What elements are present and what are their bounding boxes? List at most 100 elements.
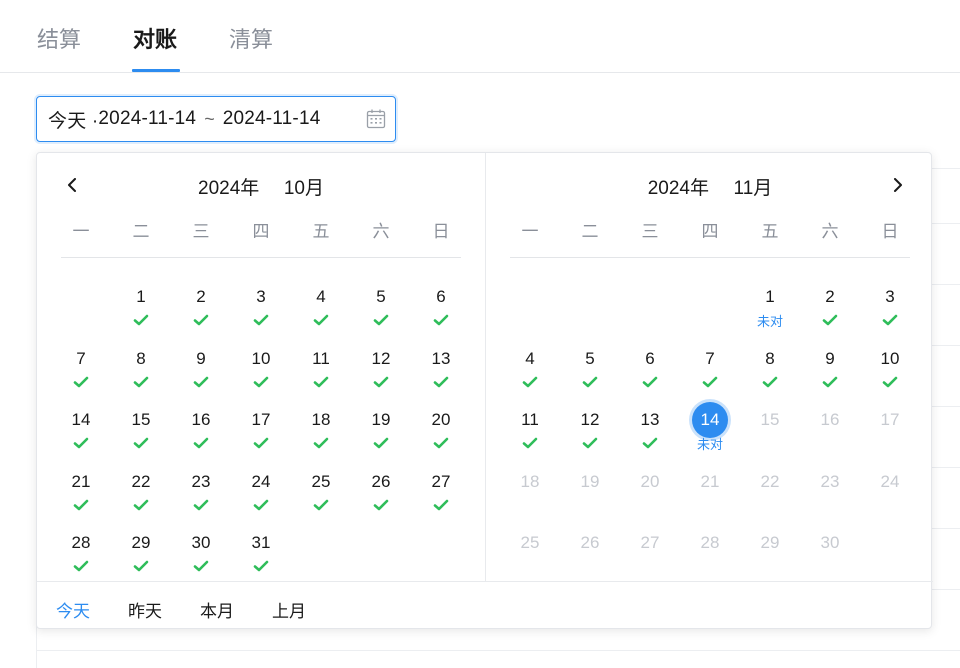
calendar-day[interactable]: 11: [291, 349, 351, 405]
day-number: 21: [700, 471, 720, 491]
next-month-button[interactable]: [885, 173, 909, 197]
calendar-day[interactable]: 15: [111, 410, 171, 466]
calendar-day[interactable]: 20: [411, 410, 471, 466]
day-number: 14: [692, 402, 728, 438]
weekday-row-left: 一二三四五六日: [51, 217, 471, 241]
shortcut-last-month[interactable]: 上月: [272, 597, 306, 622]
calendar-day[interactable]: 1 未对: [740, 287, 800, 343]
date-separator: ~: [204, 108, 215, 129]
calendar-day[interactable]: 21: [51, 472, 111, 528]
calendar-day[interactable]: 5: [351, 287, 411, 343]
reconciled-status: [51, 376, 111, 390]
check-icon: [133, 376, 149, 387]
calendar-day[interactable]: 8: [740, 349, 800, 405]
calendar-header-right: 2024年 11月: [486, 173, 934, 199]
day-number: 13: [640, 410, 660, 429]
active-tab-indicator: [132, 69, 180, 72]
reconciled-status: [51, 560, 111, 574]
calendar-year-left[interactable]: 2024年: [198, 178, 259, 199]
calendar-day[interactable]: 24: [231, 472, 291, 528]
check-icon: [822, 376, 838, 387]
calendar-day[interactable]: 26: [351, 472, 411, 528]
calendar-day[interactable]: 12: [351, 349, 411, 405]
calendar-day[interactable]: 10: [231, 349, 291, 405]
check-icon: [253, 314, 269, 326]
calendar-day: 19: [560, 472, 620, 528]
calendar-day[interactable]: 9: [800, 349, 860, 405]
calendar-day[interactable]: 25: [291, 472, 351, 528]
shortcut-bar: 今天 昨天 本月 上月: [37, 581, 933, 630]
tab-clearing[interactable]: 清算: [229, 22, 273, 54]
calendar-day[interactable]: 11: [500, 410, 560, 466]
calendar-day[interactable]: 9: [171, 349, 231, 405]
calendar-day[interactable]: 10: [860, 349, 920, 405]
check-icon: [522, 376, 538, 387]
tab-reconciliation[interactable]: 对账: [133, 22, 177, 54]
reconciled-status: [231, 560, 291, 574]
day-number: 31: [251, 533, 271, 552]
check-icon: [882, 314, 898, 326]
calendar-day[interactable]: 12: [560, 410, 620, 466]
day-number: 27: [640, 533, 660, 552]
calendar-day[interactable]: 8: [111, 349, 171, 405]
reconciled-status: [680, 376, 740, 390]
calendar-day[interactable]: 13: [620, 410, 680, 466]
check-icon: [133, 560, 149, 572]
reconciled-status: [291, 376, 351, 390]
calendar-day[interactable]: 4: [291, 287, 351, 343]
calendar-day[interactable]: 3: [231, 287, 291, 343]
day-number: 16: [820, 410, 840, 429]
calendar-day[interactable]: 14: [51, 410, 111, 466]
calendar-day[interactable]: 16: [171, 410, 231, 466]
check-icon: [882, 376, 898, 387]
tab-settlement[interactable]: 结算: [37, 22, 81, 54]
day-number: 4: [525, 348, 535, 368]
calendar-day[interactable]: 18: [291, 410, 351, 466]
day-number: 17: [880, 410, 900, 429]
calendar-month-left[interactable]: 10月: [284, 178, 324, 199]
day-number: 22: [760, 471, 780, 491]
weekday-label: 三: [192, 222, 210, 241]
calendar-day[interactable]: 1: [111, 287, 171, 343]
date-end: 2024-11-14: [222, 108, 321, 129]
calendar-day[interactable]: 4: [500, 349, 560, 405]
calendar-icon[interactable]: [365, 108, 387, 130]
reconciled-status: [620, 376, 680, 390]
calendar-day[interactable]: 23: [171, 472, 231, 528]
calendar-day[interactable]: 27: [411, 472, 471, 528]
calendar-day[interactable]: 19: [351, 410, 411, 466]
day-number: 29: [131, 533, 151, 552]
calendar-day[interactable]: 13: [411, 349, 471, 405]
calendar-day[interactable]: 7: [51, 349, 111, 405]
day-number: 10: [251, 348, 271, 368]
check-icon: [133, 437, 149, 449]
day-number: 3: [885, 287, 895, 306]
check-icon: [373, 376, 389, 387]
calendar-day[interactable]: 2: [171, 287, 231, 343]
calendar-day[interactable]: 5: [560, 349, 620, 405]
shortcut-yesterday[interactable]: 昨天: [128, 597, 162, 622]
calendar-year-right[interactable]: 2024年: [648, 178, 709, 199]
calendar-day[interactable]: 2: [800, 287, 860, 343]
weekday-label: 一: [521, 222, 539, 241]
check-icon: [433, 376, 449, 387]
day-number: 16: [191, 410, 211, 429]
calendar-day[interactable]: 7: [680, 349, 740, 405]
reconciled-status: [560, 437, 620, 451]
check-icon: [313, 437, 329, 449]
day-number: 1: [136, 287, 146, 306]
calendar-month-right[interactable]: 11月: [734, 178, 773, 199]
reconciled-status: [351, 437, 411, 451]
reconciled-status: [351, 499, 411, 513]
check-icon: [702, 376, 718, 387]
calendar-day[interactable]: 6: [620, 349, 680, 405]
calendar-day[interactable]: 22: [111, 472, 171, 528]
calendar-day[interactable]: 6: [411, 287, 471, 343]
calendar-day[interactable]: 3: [860, 287, 920, 343]
shortcut-today[interactable]: 今天: [56, 597, 90, 622]
calendar-day-selected[interactable]: 14 未对: [680, 402, 740, 466]
date-range-input[interactable]: 今天 · 2024-11-14 ~ 2024-11-14: [36, 96, 396, 142]
shortcut-this-month[interactable]: 本月: [200, 597, 234, 622]
calendar-day[interactable]: 17: [231, 410, 291, 466]
unreconciled-tag: 未对: [756, 314, 783, 329]
